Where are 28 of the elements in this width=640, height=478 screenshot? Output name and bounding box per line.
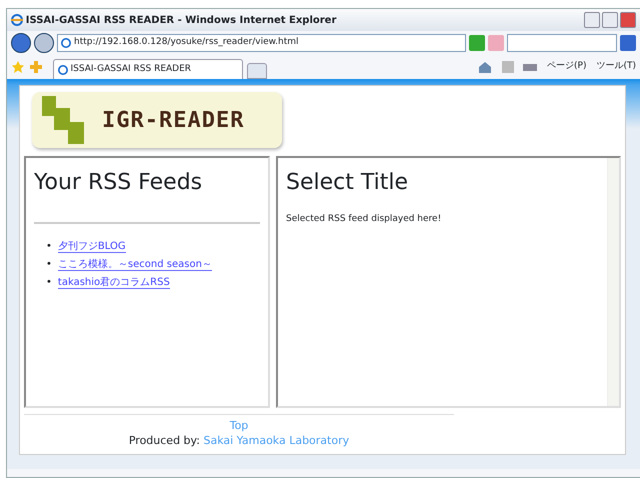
- browser-tab[interactable]: ISSAI-GASSAI RSS READER: [52, 59, 242, 79]
- ie-logo-icon: [11, 14, 23, 26]
- feed-link[interactable]: takashio君のコラムRSS: [58, 277, 170, 290]
- address-field[interactable]: http://192.168.0.128/yosuke/rss_reader/view.html: [57, 34, 466, 52]
- window-title: ISSAI-GASSAI RSS READER - Windows Internet Explorer: [26, 14, 336, 28]
- feed-link[interactable]: こころ模様。～second season～: [58, 259, 212, 272]
- content-text: Selected RSS feed displayed here!: [286, 212, 442, 226]
- forward-button[interactable]: [34, 33, 54, 53]
- star-icon[interactable]: [11, 60, 25, 74]
- bullet: •: [46, 259, 52, 270]
- tools-menu[interactable]: ツール(T): [596, 60, 636, 74]
- scrollbar[interactable]: [607, 158, 619, 406]
- plus-icon[interactable]: [29, 60, 43, 74]
- search-field[interactable]: [507, 34, 617, 52]
- minimize-button[interactable]: [584, 12, 600, 28]
- back-button[interactable]: [11, 33, 31, 53]
- bullet: •: [46, 241, 52, 252]
- home-icon[interactable]: [478, 61, 492, 73]
- maximize-button[interactable]: [602, 12, 618, 28]
- panel-heading: Your RSS Feeds: [34, 170, 204, 196]
- close-button[interactable]: [620, 12, 636, 28]
- bullet: •: [46, 277, 52, 288]
- new-tab-button[interactable]: [246, 63, 266, 79]
- page-menu[interactable]: ページ(P): [547, 60, 586, 74]
- logo: IGR-READER: [32, 92, 282, 148]
- produced-label: Produced by:: [128, 434, 200, 447]
- feed-link[interactable]: 夕刊フジBLOG: [58, 241, 126, 254]
- content-heading: Select Title: [286, 170, 410, 196]
